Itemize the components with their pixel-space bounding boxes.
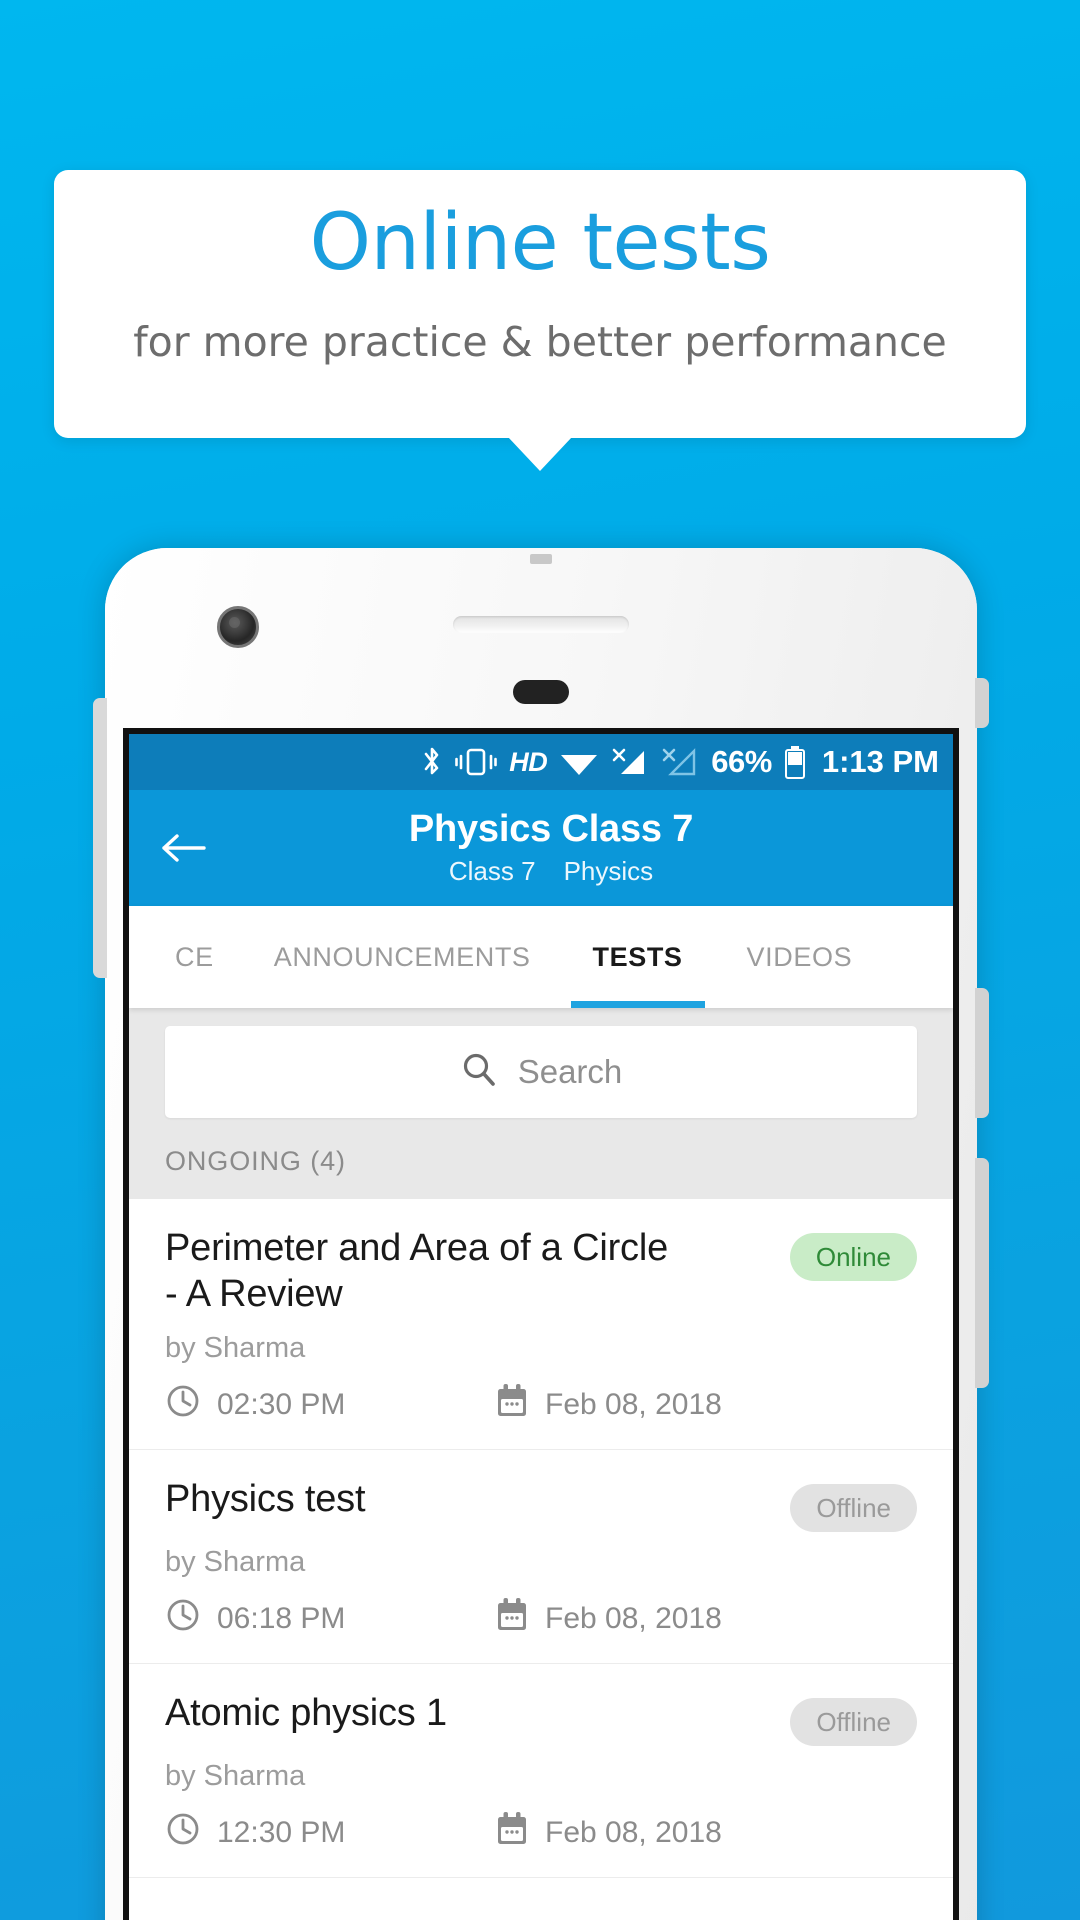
proximity-sensor [513,680,569,704]
front-camera-icon [217,606,259,648]
battery-icon [784,745,806,779]
test-meta: 12:30 PM Feb 08, 2018 [165,1811,917,1855]
status-bar-clock: 1:13 PM [821,744,939,779]
test-date: Feb 08, 2018 [495,1383,722,1427]
promo-subtitle: for more practice & better performance [133,318,947,366]
test-author: by Sharma [165,1759,306,1792]
callout-tail [508,437,572,471]
test-author: by Sharma [165,1545,306,1578]
phone-mockup: HD 66% 1:13 PM Physics Class 7 Class 7 P… [93,548,989,1920]
status-badge: Online [789,1233,917,1281]
test-title: Perimeter and Area of a Circle - A Revie… [165,1227,669,1316]
test-time: 02:30 PM [165,1383,495,1427]
test-time: 12:30 PM [165,1811,495,1855]
test-date-label: Feb 08, 2018 [545,1815,722,1849]
earpiece-speaker [453,616,629,633]
tab-ce[interactable]: CE [175,906,214,1008]
promo-title: Online tests [309,198,771,288]
phone-volume-button [93,698,107,978]
bluetooth-icon [421,746,443,778]
test-list-item[interactable]: Perimeter and Area of a Circle - A Revie… [129,1199,953,1450]
app-bar: Physics Class 7 Class 7 Physics [129,790,953,906]
status-bar: HD 66% 1:13 PM [129,734,953,790]
page-title: Physics Class 7 [408,808,694,851]
test-list-item[interactable]: Physics test Offline by Sharma 06:18 PM … [129,1449,953,1664]
back-arrow-icon[interactable] [157,826,209,870]
test-time-label: 06:18 PM [217,1601,346,1635]
clock-icon [165,1597,201,1641]
calendar-icon [495,1811,529,1855]
section-header-ongoing: ONGOING (4) [129,1140,953,1199]
breadcrumb-subject: Physics [563,855,654,886]
calendar-icon [495,1383,529,1427]
search-input[interactable]: Search [165,1026,917,1118]
breadcrumb: Class 7 Physics [149,856,953,887]
breadcrumb-class: Class 7 [448,855,536,886]
phone-side-button-bottom [975,1158,989,1388]
test-date-label: Feb 08, 2018 [545,1601,722,1635]
tab-tests[interactable]: TESTS [570,906,705,1008]
calendar-icon [495,1597,529,1641]
phone-side-button-mid [975,988,989,1118]
test-date: Feb 08, 2018 [495,1597,722,1641]
signal-sim1-icon [611,746,649,778]
status-badge: Offline [790,1483,917,1532]
vibrate-icon [455,747,498,777]
status-badge: Offline [790,1697,917,1746]
test-title: Physics test [165,1477,366,1520]
clock-icon [165,1811,201,1855]
phone-side-button-top [975,678,989,728]
test-title: Atomic physics 1 [165,1691,447,1734]
test-list-item[interactable]: Atomic physics 1 Offline by Sharma 12:30… [129,1663,953,1878]
app-bar-titles: Physics Class 7 Class 7 Physics [129,809,953,886]
phone-screen: HD 66% 1:13 PM Physics Class 7 Class 7 P… [123,728,959,1920]
test-date: Feb 08, 2018 [495,1811,722,1855]
phone-antenna-line [530,554,552,564]
test-time-label: 02:30 PM [217,1387,346,1421]
clock-icon [165,1383,201,1427]
search-placeholder: Search [517,1053,623,1090]
test-meta: 06:18 PM Feb 08, 2018 [165,1597,917,1641]
battery-percent-label: 66% [711,744,772,779]
hd-icon: HD [509,746,548,777]
test-author: by Sharma [165,1331,306,1364]
tab-announcements[interactable]: ANNOUNCEMENTS [274,906,531,1008]
test-date-label: Feb 08, 2018 [545,1387,722,1421]
tab-videos[interactable]: VIDEOS [747,906,853,1008]
test-time: 06:18 PM [165,1597,495,1641]
search-section: Search [129,1008,953,1140]
wifi-icon [559,747,599,777]
signal-sim2-icon [661,746,699,778]
tab-bar: CE ANNOUNCEMENTS TESTS VIDEOS [129,906,953,1008]
promo-callout-card: Online tests for more practice & better … [54,170,1026,438]
test-meta: 02:30 PM Feb 08, 2018 [165,1383,917,1427]
promo-screenshot: Online tests for more practice & better … [0,0,1080,1920]
search-icon [460,1051,498,1094]
test-time-label: 12:30 PM [217,1815,346,1849]
